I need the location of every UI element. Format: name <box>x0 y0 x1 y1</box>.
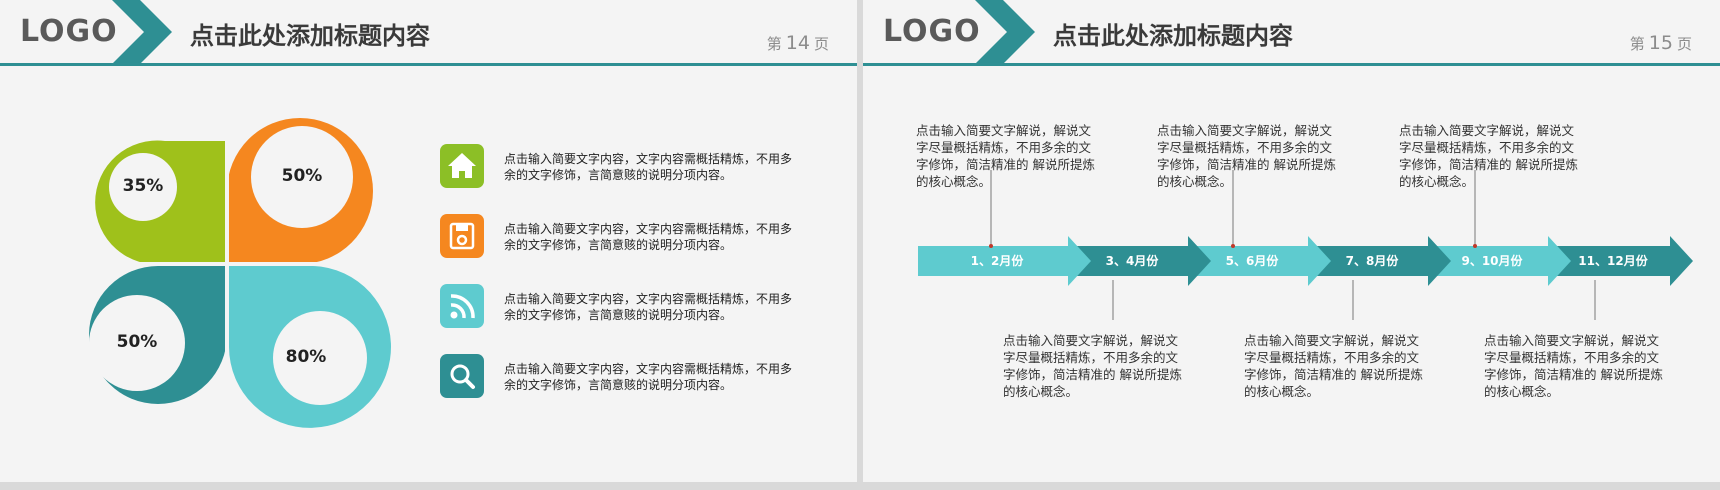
page-prefix: 第 <box>766 35 782 53</box>
timeline-segment-label: 5、6月份 <box>1225 254 1279 268</box>
timeline-segment-label: 11、12月份 <box>1578 254 1648 268</box>
timeline-description[interactable]: 点击输入简要文字解说，解说文字尽量概括精炼，不用多余的文字修饰，简洁精准的 解说… <box>1157 122 1342 190</box>
petal-label: 35% <box>122 176 164 196</box>
slide-15: LOGO 点击此处添加标题内容 第 15 页 1、2月份 3、4月份 5、6月份 7… <box>863 0 1720 482</box>
petal-label: 80% <box>285 347 327 367</box>
timeline-segment-label: 3、4月份 <box>1105 254 1159 268</box>
page-number: 第 14 页 <box>767 32 829 54</box>
slide-14: LOGO 点击此处添加标题内容 第 14 页 35% 50% 50% 80% 点击输… <box>0 0 857 482</box>
row-text[interactable]: 点击输入简要文字内容，文字内容需概括精炼，不用多余的文字修饰，言简意赅的说明分项… <box>504 291 794 323</box>
row-text[interactable]: 点击输入简要文字内容，文字内容需概括精炼，不用多余的文字修饰，言简意赅的说明分项… <box>504 361 794 393</box>
timeline-segment-label: 1、2月份 <box>970 254 1024 268</box>
timeline-segment-label: 9、10月份 <box>1461 254 1523 268</box>
rss-icon <box>440 284 484 328</box>
page-suffix: 页 <box>813 35 829 53</box>
timeline <box>918 170 1693 320</box>
timeline-segment-label: 7、8月份 <box>1345 254 1399 268</box>
petal-label: 50% <box>116 332 158 352</box>
timeline-description[interactable]: 点击输入简要文字解说，解说文字尽量概括精炼，不用多余的文字修饰，简洁精准的 解说… <box>1003 332 1188 400</box>
petal-label: 50% <box>281 166 323 186</box>
save-icon <box>440 214 484 258</box>
home-icon <box>440 144 484 188</box>
timeline-description[interactable]: 点击输入简要文字解说，解说文字尽量概括精炼，不用多余的文字修饰，简洁精准的 解说… <box>1399 122 1584 190</box>
timeline-description[interactable]: 点击输入简要文字解说，解说文字尽量概括精炼，不用多余的文字修饰，简洁精准的 解说… <box>1484 332 1669 400</box>
petal-diagram <box>80 118 400 440</box>
row-text[interactable]: 点击输入简要文字内容，文字内容需概括精炼，不用多余的文字修饰，言简意赅的说明分项… <box>504 151 794 183</box>
row-text[interactable]: 点击输入简要文字内容，文字内容需概括精炼，不用多余的文字修饰，言简意赅的说明分项… <box>504 221 794 253</box>
timeline-description[interactable]: 点击输入简要文字解说，解说文字尽量概括精炼，不用多余的文字修饰，简洁精准的 解说… <box>1244 332 1429 400</box>
search-icon <box>440 354 484 398</box>
page-number-value: 14 <box>785 32 810 54</box>
timeline-description[interactable]: 点击输入简要文字解说，解说文字尽量概括精炼，不用多余的文字修饰，简洁精准的 解说… <box>916 122 1101 190</box>
